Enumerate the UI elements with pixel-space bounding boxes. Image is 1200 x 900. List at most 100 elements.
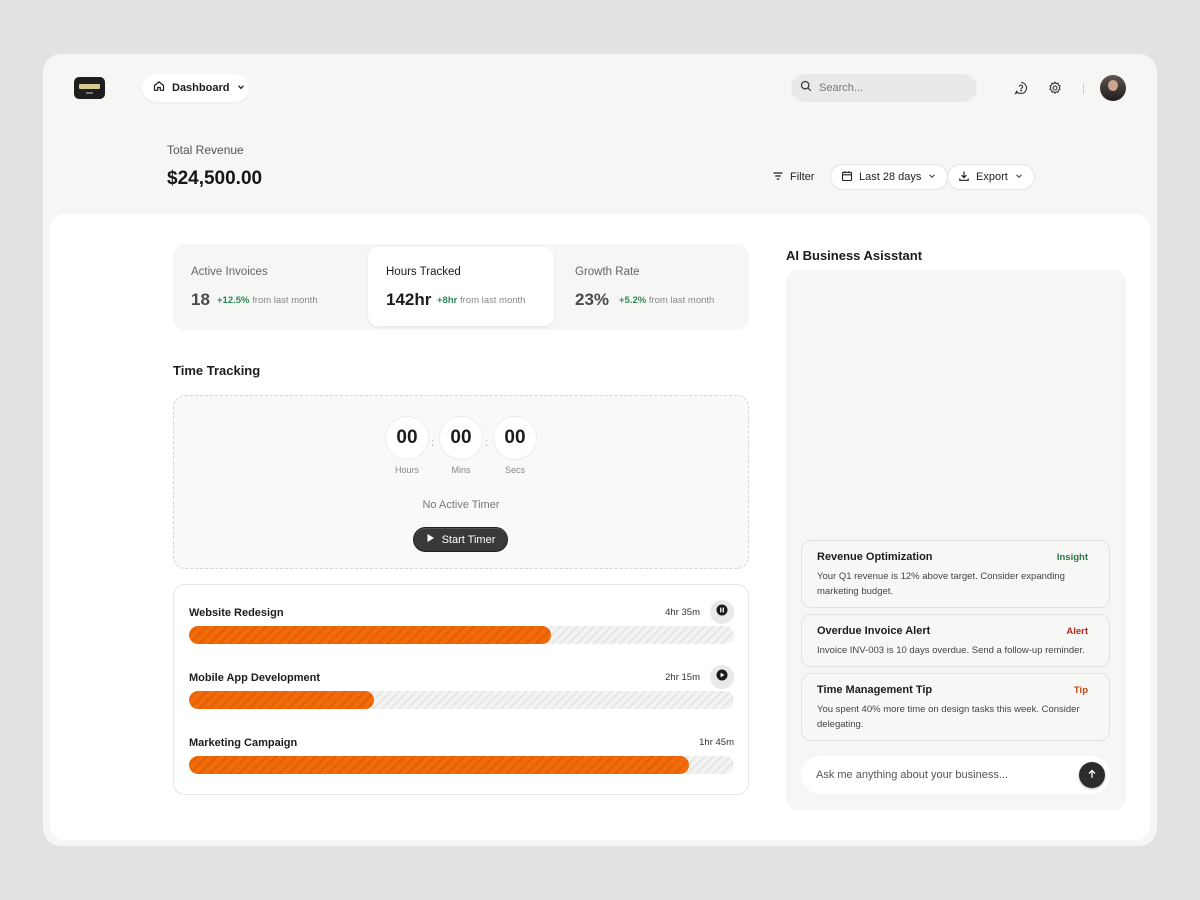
timer-colon: :: [485, 437, 489, 449]
card-title: Overdue Invoice Alert: [817, 625, 931, 637]
help-icon[interactable]: [1013, 80, 1029, 96]
project-progress-track: [189, 756, 734, 774]
user-avatar[interactable]: [1100, 75, 1126, 101]
project-progress-fill: [189, 691, 375, 709]
start-timer-label: Start Timer: [441, 533, 496, 546]
stat-delta-suffix: from last month: [648, 295, 715, 306]
timer-hours-caption: Hours: [394, 465, 419, 475]
stat-delta-value: +8hr: [437, 295, 458, 306]
timer-mins-value: 00: [439, 416, 483, 460]
settings-gear-icon[interactable]: [1047, 80, 1063, 96]
stat-card-growth-rate[interactable]: Growth Rate 23% +5.2% from last month: [557, 244, 743, 330]
timer-status: No Active Timer: [422, 499, 500, 511]
project-progress-fill: [189, 626, 552, 644]
project-row: Website Redesign 4hr 35m: [189, 600, 734, 657]
stat-value: 23%: [575, 290, 610, 309]
dashboard-nav-dropdown[interactable]: Dashboard: [142, 74, 249, 102]
stat-card-hours-tracked[interactable]: Hours Tracked 142hr +8hr from last month: [368, 247, 554, 326]
card-title: Time Management Tip: [817, 684, 933, 696]
main-content: Active Invoices 18 +12.5% from last mont…: [50, 214, 1150, 840]
total-revenue-label: Total Revenue: [167, 143, 244, 157]
stat-delta: +8hr from last month: [437, 295, 525, 306]
play-button[interactable]: [710, 665, 734, 689]
project-time: 4hr 35m: [665, 607, 700, 618]
export-label: Export: [976, 171, 1008, 183]
stat-label: Active Invoices: [191, 266, 268, 278]
search-input[interactable]: [819, 82, 959, 94]
play-icon: [426, 533, 435, 546]
card-title: Revenue Optimization: [817, 551, 933, 563]
stat-value: 18: [191, 290, 210, 309]
assistant-panel: Revenue Optimization Insight Your Q1 rev…: [786, 270, 1126, 810]
project-name: Mobile App Development: [189, 672, 320, 684]
timer-mins: 00 Mins: [439, 416, 483, 475]
search-icon: [800, 79, 812, 97]
timer-secs: 00 Secs: [493, 416, 537, 475]
filter-icon: [772, 170, 784, 185]
calendar-icon: [841, 170, 853, 185]
download-icon: [958, 170, 970, 185]
project-name: Website Redesign: [189, 607, 284, 619]
card-tag: Tip: [1073, 685, 1088, 696]
card-tag: Alert: [1066, 626, 1088, 637]
play-icon: [716, 668, 728, 686]
timer-panel: 00 Hours : 00 Mins : 00 Secs No Active T…: [173, 395, 749, 569]
arrow-up-icon: [1087, 766, 1097, 784]
stats-row: Active Invoices 18 +12.5% from last mont…: [173, 244, 749, 330]
project-progress-track: [189, 691, 734, 709]
timer-mins-caption: Mins: [451, 465, 471, 475]
header-divider: [1083, 83, 1084, 94]
project-progress-fill: [189, 756, 690, 774]
card-text: Your Q1 revenue is 12% above target. Con…: [817, 571, 1065, 597]
chevron-down-icon: [1014, 171, 1024, 184]
stat-label: Growth Rate: [575, 266, 640, 278]
app-logo[interactable]: [74, 77, 105, 99]
send-button[interactable]: [1079, 762, 1105, 788]
project-progress-track: [189, 626, 734, 644]
timer-secs-value: 00: [493, 416, 537, 460]
stat-delta-value: +12.5%: [217, 295, 250, 306]
pause-button[interactable]: [710, 600, 734, 624]
project-time: 2hr 15m: [665, 672, 700, 683]
filter-button[interactable]: Filter: [772, 166, 814, 188]
chevron-down-icon: [927, 171, 937, 184]
stat-delta-value: +5.2%: [619, 295, 647, 306]
project-name: Marketing Campaign: [189, 737, 298, 749]
project-row: Mobile App Development 2hr 15m: [189, 665, 734, 722]
stat-delta-suffix: from last month: [252, 295, 318, 306]
export-dropdown[interactable]: Export: [947, 164, 1035, 190]
stat-delta: +5.2% from last month: [619, 295, 714, 306]
project-time: 1hr 45m: [699, 737, 734, 748]
assistant-card-alert[interactable]: Overdue Invoice Alert Alert Invoice INV-…: [801, 614, 1110, 667]
start-timer-button[interactable]: Start Timer: [413, 527, 508, 552]
card-text: Invoice INV-003 is 10 days overdue. Send…: [817, 645, 1085, 656]
card-tag: Insight: [1056, 552, 1088, 563]
app-window: Dashboard Total Revenue $24,500.00 Filte…: [43, 54, 1157, 846]
pause-icon: [716, 603, 728, 621]
assistant-title: AI Business Asisstant: [786, 248, 923, 263]
chevron-down-icon: [236, 79, 246, 97]
stat-delta-suffix: from last month: [459, 295, 526, 306]
project-list: Website Redesign 4hr 35m Mobile App Deve…: [173, 584, 749, 795]
total-revenue-value: $24,500.00: [167, 168, 263, 189]
date-range-dropdown[interactable]: Last 28 days: [830, 164, 949, 190]
stat-value: 142hr: [386, 290, 432, 309]
assistant-input[interactable]: [816, 769, 1066, 781]
stat-label: Hours Tracked: [386, 266, 461, 278]
timer-colon: :: [431, 437, 435, 449]
date-range-label: Last 28 days: [859, 171, 922, 183]
time-tracking-title: Time Tracking: [173, 363, 261, 378]
search-bar[interactable]: [791, 74, 977, 102]
assistant-input-bar: [801, 756, 1110, 794]
timer-secs-caption: Secs: [504, 465, 525, 475]
home-icon: [153, 79, 165, 97]
stat-card-active-invoices[interactable]: Active Invoices 18 +12.5% from last mont…: [173, 244, 359, 330]
timer-hours: 00 Hours: [385, 416, 429, 475]
project-row: Marketing Campaign 1hr 45m: [189, 737, 734, 787]
assistant-card-insight[interactable]: Revenue Optimization Insight Your Q1 rev…: [801, 540, 1110, 608]
card-text: You spent 40% more time on design tasks …: [817, 704, 1080, 730]
assistant-card-tip[interactable]: Time Management Tip Tip You spent 40% mo…: [801, 673, 1110, 741]
timer-hours-value: 00: [385, 416, 429, 460]
dashboard-nav-label: Dashboard: [172, 82, 230, 94]
filter-label: Filter: [790, 171, 815, 183]
